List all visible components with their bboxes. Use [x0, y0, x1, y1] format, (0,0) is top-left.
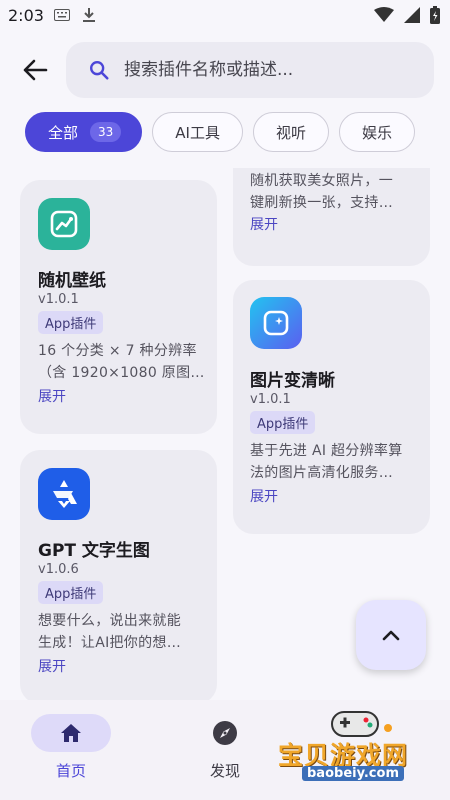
wifi-icon — [374, 7, 394, 22]
plugin-version: v1.0.1 — [38, 292, 79, 307]
download-icon — [82, 8, 95, 22]
plugin-type-badge: App插件 — [38, 581, 104, 604]
plugin-card-image-enhance[interactable]: 图片变清晰 v1.0.1 App插件 基于先进 AI 超分辨率算 法的图片高清化… — [233, 280, 430, 534]
home-icon — [61, 724, 81, 742]
plugin-desc-line: （含 1920×1080 原图… — [38, 365, 205, 381]
logo-icon — [38, 468, 90, 520]
chip-label: 全部 — [48, 123, 79, 142]
watermark-url: baobeiy.com — [302, 766, 404, 781]
compass-icon — [213, 721, 237, 745]
plugin-card-random-photo[interactable]: 随机获取美女照片，一 键刷新换一张，支持… 展开 — [233, 168, 430, 266]
back-arrow-icon — [23, 59, 48, 81]
expand-link[interactable]: 展开 — [38, 386, 66, 406]
plugin-title: 图片变清晰 — [250, 371, 335, 391]
plugin-title: 随机壁纸 — [38, 271, 106, 291]
chip-all[interactable]: 全部 33 — [25, 112, 143, 152]
plugin-title: GPT 文字生图 — [38, 541, 150, 561]
expand-link[interactable]: 展开 — [250, 214, 278, 234]
status-bar: 2:03 — [0, 0, 450, 30]
watermark: 宝贝游戏网 baobeiy.com — [278, 706, 444, 794]
plugin-desc-line: 生成！让AI把你的想… — [38, 635, 182, 651]
chevron-up-icon — [382, 630, 400, 641]
battery-icon — [430, 6, 440, 24]
plugin-desc-line: 键刷新换一张，支持… — [250, 195, 393, 211]
plugin-desc-line: 基于先进 AI 超分辨率算 — [250, 443, 403, 459]
search-icon — [90, 61, 109, 80]
plugin-type-badge: App插件 — [250, 411, 316, 434]
status-time: 2:03 — [8, 5, 44, 25]
chip-label: 娱乐 — [362, 123, 393, 142]
nav-home-pill — [31, 714, 111, 752]
nav-discover-label: 发现 — [209, 762, 240, 780]
plugin-desc: 随机获取美女照片，一 键刷新换一张，支持… — [250, 170, 420, 214]
plugin-type-badge: App插件 — [38, 311, 104, 334]
plugin-desc-line: 随机获取美女照片，一 — [250, 173, 393, 189]
search-header — [0, 42, 450, 98]
plugin-desc-line: 想要什么，说出来就能 — [38, 613, 181, 629]
signal-icon — [404, 7, 420, 23]
plugin-version: v1.0.1 — [250, 392, 291, 407]
scroll-to-top-button[interactable] — [356, 600, 426, 670]
plugin-card-gpt-image[interactable]: GPT 文字生图 v1.0.6 App插件 想要什么，说出来就能 生成！让AI把… — [20, 450, 217, 700]
plugin-desc: 基于先进 AI 超分辨率算 法的图片高清化服务… — [250, 440, 428, 484]
plugin-version: v1.0.6 — [38, 562, 79, 577]
filter-chips: 全部 33 AI工具 视听 娱乐 — [25, 112, 416, 152]
plugin-desc-line: 16 个分类 × 7 种分辨率 — [38, 343, 197, 359]
chip-count-badge: 33 — [90, 122, 122, 142]
plugin-card-random-wallpaper[interactable]: 随机壁纸 v1.0.1 App插件 16 个分类 × 7 种分辨率 （含 192… — [20, 180, 217, 434]
chip-audiovisual[interactable]: 视听 — [252, 112, 329, 152]
nav-discover[interactable]: 发现 — [185, 714, 265, 781]
nav-home[interactable]: 首页 — [31, 714, 111, 781]
nav-discover-pill — [185, 714, 265, 752]
chip-label: AI工具 — [175, 123, 220, 142]
chip-entertainment[interactable]: 娱乐 — [339, 112, 416, 152]
search-bar[interactable] — [66, 42, 434, 98]
plugin-desc: 想要什么，说出来就能 生成！让AI把你的想… — [38, 610, 214, 654]
chip-label: 视听 — [275, 123, 306, 142]
chart-icon — [38, 198, 90, 250]
sparkle-image-icon — [250, 297, 302, 349]
keyboard-icon — [53, 9, 70, 21]
plugin-desc-line: 法的图片高清化服务… — [250, 465, 393, 481]
nav-home-label: 首页 — [55, 762, 86, 780]
plugin-desc: 16 个分类 × 7 种分辨率 （含 1920×1080 原图… — [38, 340, 214, 384]
expand-link[interactable]: 展开 — [250, 486, 278, 506]
chip-ai-tools[interactable]: AI工具 — [152, 112, 243, 152]
search-input[interactable] — [124, 60, 394, 80]
back-button[interactable] — [20, 56, 50, 84]
expand-link[interactable]: 展开 — [38, 656, 66, 676]
